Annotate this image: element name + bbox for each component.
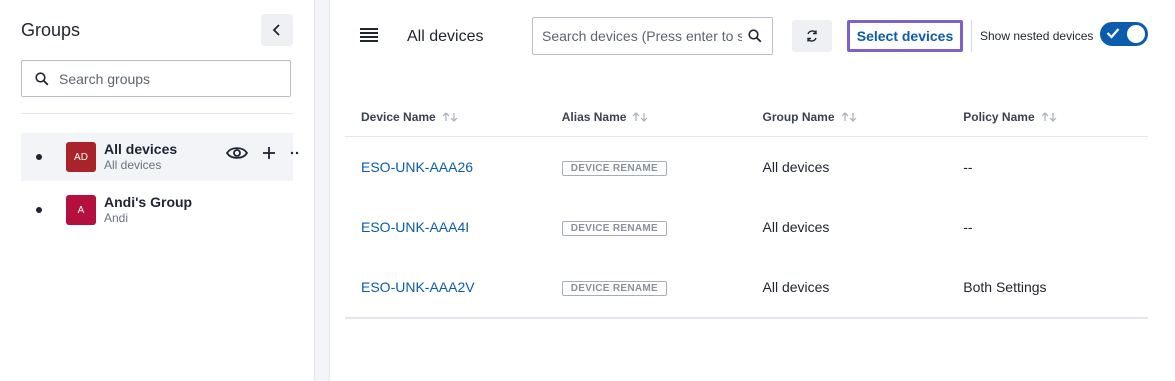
groups-panel: Groups AD All devices All devices (0, 0, 315, 381)
page-title: All devices (407, 28, 484, 45)
group-avatar: A (66, 195, 96, 225)
table-row: ESO-UNK-AAA26 DEVICE RENAME All devices … (345, 137, 1148, 197)
sort-icon[interactable] (632, 112, 648, 122)
collapse-panel-button[interactable] (261, 14, 293, 46)
device-rename-badge[interactable]: DEVICE RENAME (561, 281, 667, 296)
group-subtitle: Andi (104, 211, 129, 225)
column-header-alias-name[interactable]: Alias Name (546, 110, 747, 124)
group-search-input[interactable] (57, 69, 271, 88)
column-header-policy-name[interactable]: Policy Name (947, 110, 1148, 124)
chevron-left-icon (271, 24, 283, 36)
policy-cell: -- (963, 159, 973, 175)
group-avatar: AD (66, 142, 96, 172)
alias-cell: DEVICE RENAME (546, 158, 747, 176)
device-rename-badge[interactable]: DEVICE RENAME (561, 221, 667, 236)
toggle-knob (1127, 25, 1145, 43)
column-header-device-name[interactable]: Device Name (345, 110, 546, 124)
bullet-icon (36, 154, 42, 160)
add-icon[interactable] (262, 146, 276, 160)
more-options-icon[interactable] (290, 151, 300, 155)
search-icon[interactable] (748, 29, 762, 43)
group-cell: All devices (762, 219, 830, 235)
bullet-icon (36, 207, 42, 213)
group-item-all-devices[interactable]: AD All devices All devices (21, 133, 299, 181)
sort-icon[interactable] (841, 112, 857, 122)
eye-icon[interactable] (226, 145, 248, 161)
policy-cell: -- (963, 219, 973, 235)
select-devices-button[interactable]: Select devices (847, 20, 963, 52)
device-name-link[interactable]: ESO-UNK-AAA2V (345, 279, 546, 295)
divider (971, 20, 972, 52)
devices-table: Device Name Alias Name Group Name Policy… (345, 110, 1148, 319)
refresh-button[interactable] (792, 20, 832, 52)
check-icon (1106, 27, 1120, 39)
column-header-group-name[interactable]: Group Name (747, 110, 948, 124)
alias-cell: DEVICE RENAME (546, 278, 747, 296)
group-cell: All devices (762, 279, 830, 295)
group-subtitle: All devices (104, 158, 162, 172)
device-name-link[interactable]: ESO-UNK-AAA26 (345, 159, 546, 175)
group-cell: All devices (762, 159, 830, 175)
divider (21, 113, 293, 114)
device-search-field[interactable] (532, 17, 773, 55)
devices-panel: All devices Select devices Show nested d… (329, 0, 1175, 381)
sort-icon[interactable] (1041, 112, 1057, 122)
device-name-link[interactable]: ESO-UNK-AAA4I (345, 219, 546, 235)
policy-cell: Both Settings (963, 279, 1047, 295)
menu-icon[interactable] (360, 28, 378, 42)
device-search-input[interactable] (540, 27, 744, 45)
group-search-field[interactable] (21, 60, 291, 97)
device-rename-badge[interactable]: DEVICE RENAME (561, 161, 667, 176)
sort-icon[interactable] (442, 112, 458, 122)
groups-title: Groups (21, 20, 81, 40)
table-row: ESO-UNK-AAA4I DEVICE RENAME All devices … (345, 197, 1148, 257)
column-label: Alias Name (561, 110, 627, 124)
refresh-icon (805, 29, 819, 43)
column-label: Device Name (361, 110, 436, 124)
table-row: ESO-UNK-AAA2V DEVICE RENAME All devices … (345, 257, 1148, 317)
column-label: Group Name (762, 110, 835, 124)
table-header: Device Name Alias Name Group Name Policy… (345, 110, 1148, 137)
group-name: All devices (104, 141, 178, 157)
group-name: Andi's Group (104, 194, 193, 210)
group-item-andis-group[interactable]: A Andi's Group Andi (21, 186, 293, 234)
show-nested-toggle[interactable] (1100, 22, 1148, 46)
column-label: Policy Name (963, 110, 1035, 124)
alias-cell: DEVICE RENAME (546, 218, 747, 236)
show-nested-label: Show nested devices (980, 29, 1094, 43)
table-bottom-border (345, 317, 1148, 319)
search-icon (35, 71, 49, 86)
